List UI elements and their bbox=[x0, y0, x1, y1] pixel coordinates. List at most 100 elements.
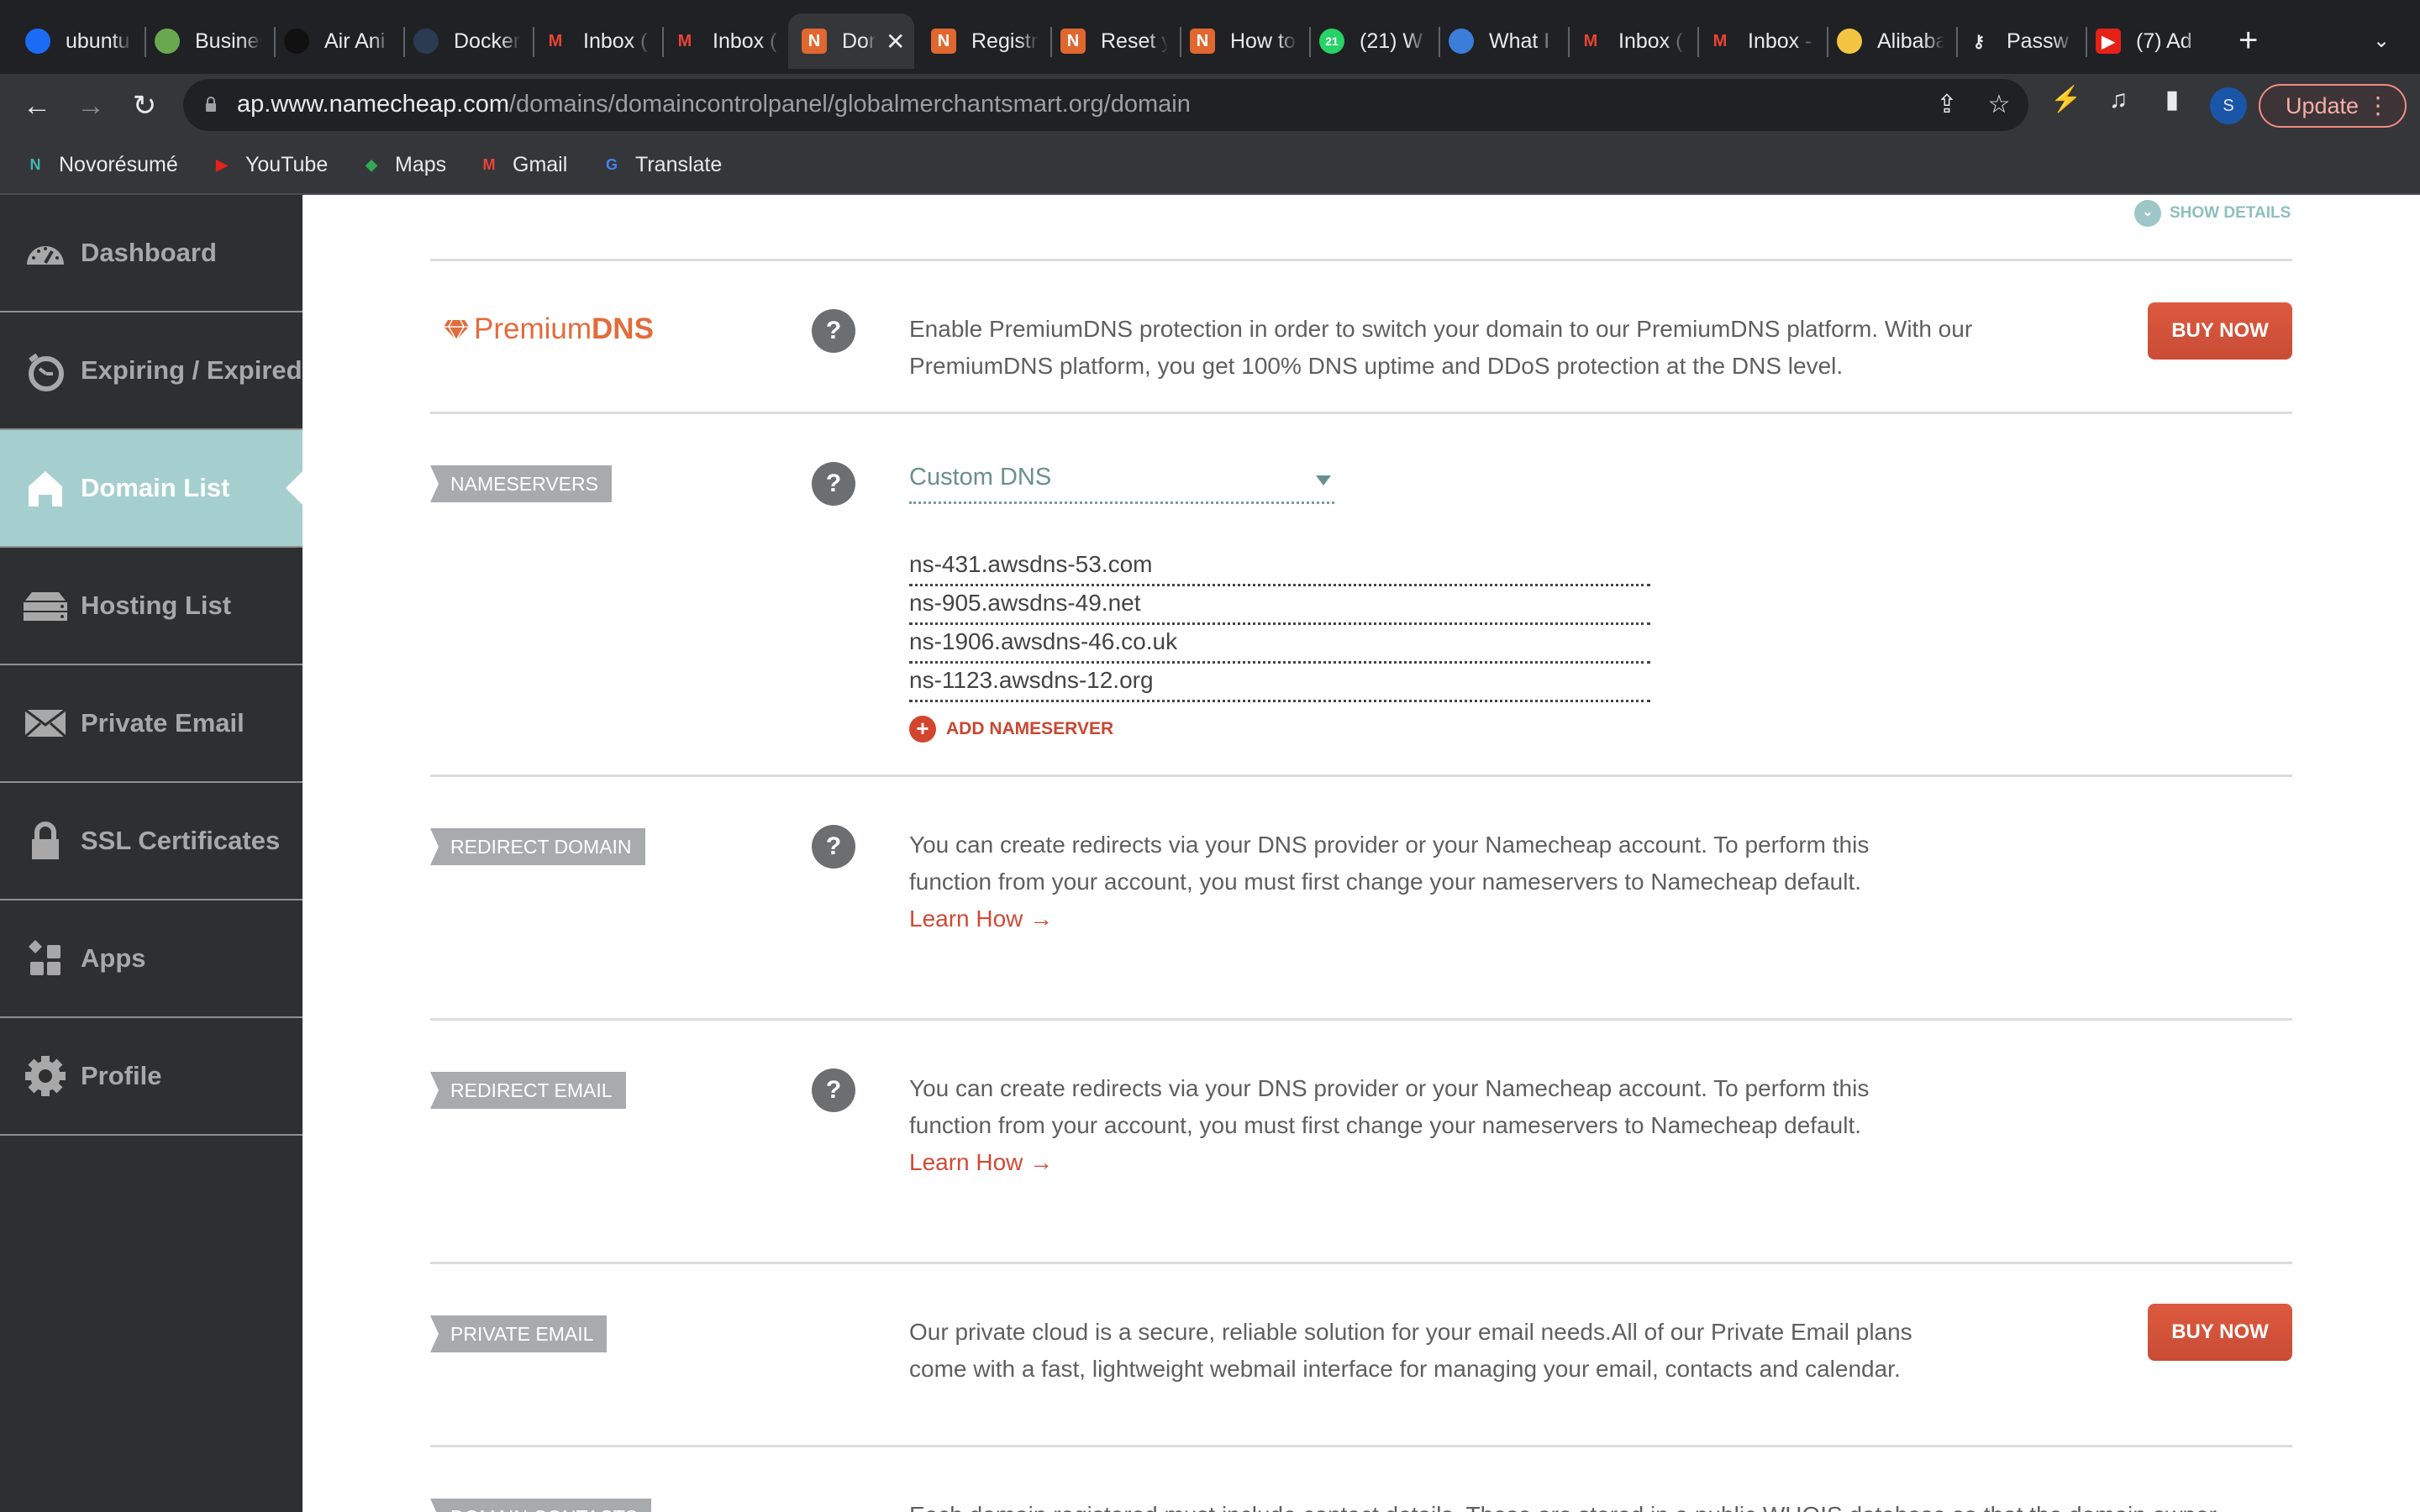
tab-separator bbox=[145, 27, 146, 57]
apps-icon bbox=[24, 937, 67, 980]
tab-title: How to bbox=[1230, 29, 1296, 53]
tab-separator bbox=[1309, 27, 1311, 57]
premiumdns-buy-now-button[interactable]: BUY NOW bbox=[2148, 302, 2292, 360]
sidebar-item-dashboard[interactable]: Dashboard bbox=[0, 195, 302, 311]
add-nameserver-label: ADD NAMESERVER bbox=[946, 719, 1114, 738]
redirect-email-label: REDIRECT EMAIL bbox=[430, 1072, 626, 1109]
tab-title: Passw bbox=[2007, 29, 2069, 53]
tab-title: Inbox ( bbox=[1618, 29, 1683, 53]
nameserver-input[interactable]: ns-1906.awsdns-46.co.uk bbox=[909, 625, 1650, 664]
browser-tab[interactable]: Business bbox=[141, 13, 267, 69]
sidebar-item-ssl-certificates[interactable]: SSL Certificates bbox=[0, 783, 302, 899]
sidebar-item-label: Apps bbox=[81, 943, 146, 973]
browser-tab[interactable]: M Inbox - bbox=[1694, 13, 1820, 69]
share-icon[interactable]: ⇪ bbox=[1933, 91, 1961, 119]
namecheap-icon: N bbox=[1190, 29, 1215, 54]
sidebar-item-private-email[interactable]: Private Email bbox=[0, 665, 302, 781]
back-button[interactable]: ← bbox=[18, 87, 55, 124]
sidebar-item-expiring-expired[interactable]: Expiring / Expired bbox=[0, 312, 302, 428]
redirect-domain-learn-how-link[interactable]: Learn How → bbox=[909, 900, 1943, 937]
bookmark-novorsum[interactable]: N Novorésumé bbox=[24, 153, 178, 177]
browser-tab[interactable]: M Inbox ( bbox=[529, 13, 655, 69]
tab-separator bbox=[403, 27, 405, 57]
sidebar-item-label: SSL Certificates bbox=[81, 826, 281, 855]
bookmark-star-icon[interactable]: ☆ bbox=[1985, 91, 2013, 119]
profile-avatar[interactable]: S bbox=[2210, 87, 2247, 124]
sidebar-item-apps[interactable]: Apps bbox=[0, 900, 302, 1016]
new-tab-button[interactable]: + bbox=[2238, 24, 2258, 57]
browser-tab[interactable]: Air Ani bbox=[271, 13, 397, 69]
close-tab-icon[interactable]: ✕ bbox=[886, 28, 905, 55]
browser-tab[interactable]: What I bbox=[1435, 13, 1561, 69]
update-label: Update bbox=[2286, 93, 2360, 118]
help-icon[interactable]: ? bbox=[812, 825, 855, 869]
sidebar-item-domain-list[interactable]: Domain List bbox=[0, 430, 302, 546]
domain-contacts-description: Each domain registered must include cont… bbox=[909, 1497, 2420, 1512]
browser-tab[interactable]: Alibaba bbox=[1823, 13, 1949, 69]
bookmark-gmail[interactable]: M Gmail bbox=[477, 153, 568, 177]
tab-title: (21) W bbox=[1360, 29, 1423, 53]
tab-title: What I bbox=[1489, 29, 1550, 53]
browser-tab[interactable]: ▶ (7) Ad bbox=[2082, 13, 2208, 69]
help-icon[interactable]: ? bbox=[812, 462, 855, 506]
sidebar-item-label: Domain List bbox=[81, 473, 230, 502]
private-email-buy-now-button[interactable]: BUY NOW bbox=[2148, 1304, 2292, 1361]
tab-separator bbox=[1050, 27, 1052, 57]
namecheap-icon: N bbox=[802, 29, 827, 54]
browser-tab[interactable]: N Reset y bbox=[1047, 13, 1173, 69]
help-icon[interactable]: ? bbox=[812, 309, 855, 353]
tab-title: ubuntu bbox=[66, 29, 130, 53]
home-icon bbox=[24, 466, 67, 510]
reload-button[interactable]: ↻ bbox=[126, 87, 163, 124]
forward-button[interactable]: → bbox=[72, 87, 109, 124]
nameserver-input[interactable]: ns-905.awsdns-49.net bbox=[909, 586, 1650, 625]
side-panel-icon[interactable]: ▮ bbox=[2158, 86, 2186, 114]
air-icon bbox=[284, 29, 309, 54]
bookmark-label: YouTube bbox=[245, 153, 329, 176]
sidebar-item-hosting-list[interactable]: Hosting List bbox=[0, 548, 302, 664]
browser-tab[interactable]: 21 (21) W bbox=[1306, 13, 1432, 69]
tab-title: Inbox ( bbox=[713, 29, 777, 53]
show-details-toggle[interactable]: ⌄ SHOW DETAILS bbox=[2134, 200, 2291, 227]
url-text[interactable]: ap.www.namecheap.com/domains/domaincontr… bbox=[237, 91, 1191, 118]
browser-tab[interactable]: N Registr bbox=[918, 13, 1044, 69]
help-icon[interactable]: ? bbox=[812, 1068, 855, 1112]
more-menu-icon[interactable]: ⋮ bbox=[2366, 86, 2390, 126]
extension-icon[interactable]: ⚡ bbox=[2050, 86, 2081, 114]
sidebar-divider bbox=[0, 1134, 302, 1136]
add-nameserver-button[interactable]: + ADD NAMESERVER bbox=[909, 716, 1113, 743]
update-button[interactable]: Update ⋮ bbox=[2259, 84, 2407, 128]
domain-contacts-label: DOMAIN CONTACTS bbox=[430, 1499, 652, 1512]
tab-search-button[interactable]: ⌄ bbox=[2373, 29, 2390, 53]
bookmark-youtube[interactable]: ▶ YouTube bbox=[210, 153, 328, 177]
browser-tab[interactable]: ubuntu bbox=[12, 13, 138, 69]
bookmark-label: Translate bbox=[635, 153, 723, 176]
browser-tab[interactable]: N Domain ✕ bbox=[788, 13, 914, 69]
premiumdns-logo: Premium DNS bbox=[444, 312, 654, 346]
youtube-icon: ▶ bbox=[2096, 29, 2121, 54]
nameserver-type-value: Custom DNS bbox=[909, 464, 1052, 491]
lock-icon[interactable] bbox=[205, 96, 217, 113]
browser-tab[interactable]: ⚷ Passw bbox=[1953, 13, 2079, 69]
bookmark-maps[interactable]: ◆ Maps bbox=[360, 153, 446, 177]
whatsapp-icon: 21 bbox=[1319, 29, 1344, 54]
key-icon: ⚷ bbox=[1972, 32, 1986, 51]
stopwatch-icon bbox=[24, 349, 67, 392]
browser-tab[interactable]: Docker bbox=[400, 13, 526, 69]
media-control-icon[interactable]: ♫ bbox=[2104, 86, 2133, 114]
nameserver-input[interactable]: ns-1123.awsdns-12.org bbox=[909, 664, 1650, 702]
sidebar-item-profile[interactable]: Profile bbox=[0, 1018, 302, 1134]
nameserver-input[interactable]: ns-431.awsdns-53.com bbox=[909, 548, 1650, 586]
redirect-email-text: You can create redirects via your DNS pr… bbox=[909, 1075, 1870, 1138]
browser-tab[interactable]: M Inbox ( bbox=[659, 13, 785, 69]
browser-tab[interactable]: N How to bbox=[1176, 13, 1302, 69]
address-bar[interactable]: ap.www.namecheap.com/domains/domaincontr… bbox=[183, 79, 2028, 131]
nameserver-type-select[interactable]: Custom DNS bbox=[909, 464, 1334, 504]
browser-tab[interactable]: M Inbox ( bbox=[1565, 13, 1691, 69]
bookmark-translate[interactable]: G Translate bbox=[600, 153, 722, 177]
divider bbox=[430, 412, 2292, 414]
redirect-email-learn-how-link[interactable]: Learn How → bbox=[909, 1144, 1943, 1181]
maps-icon: ◆ bbox=[366, 156, 377, 173]
tab-separator bbox=[1697, 27, 1699, 57]
divider bbox=[430, 1445, 2292, 1447]
